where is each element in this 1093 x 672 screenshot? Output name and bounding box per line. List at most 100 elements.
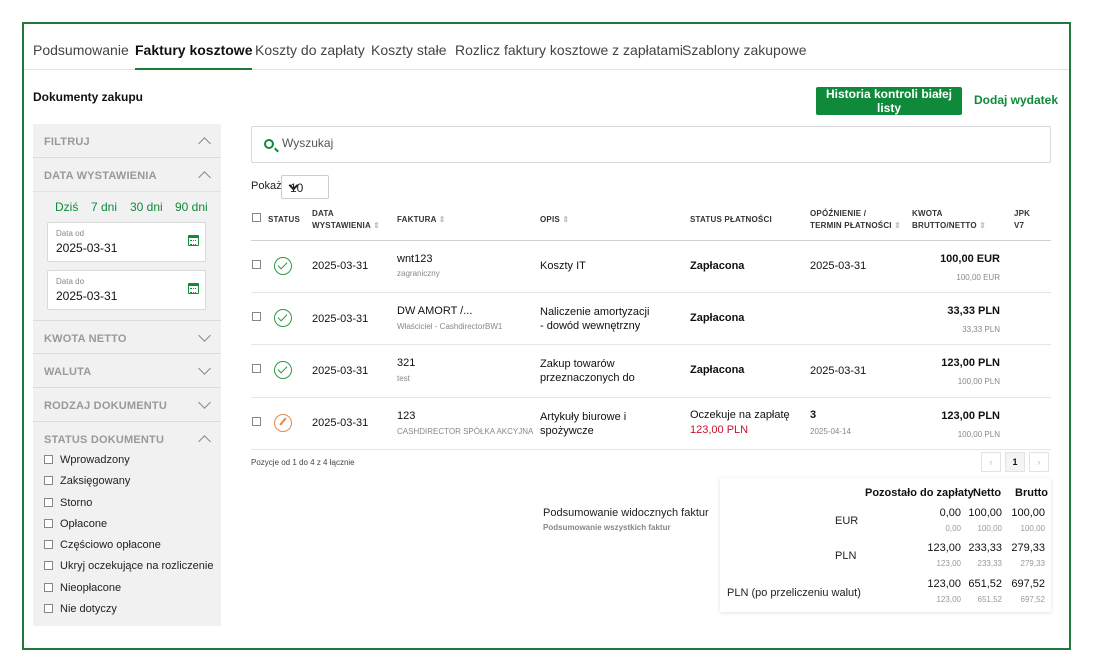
row-desc-line2: przeznaczonych do [540,372,635,384]
row-gross: 123,00 PLN [941,357,1000,369]
col-date[interactable]: DATA WYSTAWIENIA ⇕ [312,208,380,232]
row-checkbox[interactable] [252,260,261,269]
row-due-date: 2025-04-14 [810,427,851,436]
checkbox[interactable] [44,604,53,613]
date-to-field[interactable]: Data do 2025-03-31 [47,270,206,310]
row-invoice[interactable]: 321 [397,357,415,369]
summary-remaining: 0,00 [939,507,961,519]
quick-7-days[interactable]: 7 dni [91,200,117,214]
filter-sidebar: FILTRUJ DATA WYSTAWIENIA Dziś 7 dni 30 d… [33,124,221,626]
quick-today[interactable]: Dziś [55,200,78,214]
row-gross: 100,00 EUR [940,253,1000,265]
status-oplacone[interactable]: Opłacone [44,518,107,530]
page-size-label: Pokaż [251,180,282,192]
col-invoice[interactable]: FAKTURA ⇕ [397,214,446,226]
row-invoice[interactable]: wnt123 [397,253,432,265]
status-label: Storno [60,497,93,509]
calendar-icon[interactable] [188,235,199,246]
search-box[interactable] [251,126,1051,163]
row-invoice[interactable]: 123 [397,410,415,422]
quick-30-days[interactable]: 30 dni [130,200,163,214]
pager-next[interactable]: › [1029,452,1049,472]
col-amount-line2: BRUTTO/NETTO [912,221,977,230]
status-zaksiegowany[interactable]: Zaksięgowany [44,475,130,487]
row-checkbox[interactable] [252,417,261,426]
doc-status-header[interactable]: STATUS DOKUMENTU [33,422,221,456]
pager-page-1[interactable]: 1 [1005,452,1025,472]
positions-info: Pozycje od 1 do 4 z 4 łącznie [251,458,355,467]
row-invoice[interactable]: DW AMORT /... [397,305,472,317]
col-delay[interactable]: OPÓŹNIENIE / TERMIN PŁATNOŚCI ⇕ [810,208,901,232]
summary-net-sub: 651,52 [977,595,1002,604]
row-delay: 2025-03-31 [810,260,867,272]
calendar-icon[interactable] [188,283,199,294]
filters-header[interactable]: FILTRUJ [33,124,221,158]
tab-rozlicz-faktury[interactable]: Rozlicz faktury kosztowe z zapłatami [455,42,683,58]
col-desc[interactable]: OPIS ⇕ [540,214,569,226]
summary-gross: 279,33 [1011,542,1045,554]
col-desc-label: OPIS [540,215,560,224]
row-pay-status: Zapłacona [690,260,745,272]
add-expense-link[interactable]: Dodaj wydatek [974,93,1058,107]
col-jpk[interactable]: JPK V7 [1014,208,1030,232]
checkbox[interactable] [44,540,53,549]
row-checkbox[interactable] [252,364,261,373]
row-divider [251,292,1051,293]
row-desc-line1: Artykuły biurowe i [540,411,627,423]
tab-podsumowanie[interactable]: Podsumowanie [33,42,129,58]
checkbox[interactable] [44,583,53,592]
row-divider [251,449,1051,450]
summary-gross-sub: 279,33 [1020,559,1045,568]
issue-date-header[interactable]: DATA WYSTAWIENIA [33,158,221,192]
status-nie-dotyczy[interactable]: Nie dotyczy [44,603,117,615]
page-size-select[interactable]: 10 [281,175,329,199]
sort-icon: ⇕ [373,221,380,230]
status-ukryj-oczekujace[interactable]: Ukryj oczekujące na rozliczenie [44,560,213,572]
status-nieoplacone[interactable]: Nieopłacone [44,582,121,594]
net-amount-header[interactable]: KWOTA NETTO [33,320,221,354]
search-icon [264,139,274,149]
doc-type-header[interactable]: RODZAJ DOKUMENTU [33,388,221,422]
sort-icon: ⇕ [438,215,446,224]
sort-icon: ⇕ [979,221,987,230]
summary-net-sub: 100,00 [977,524,1002,533]
pager-prev[interactable]: ‹ [981,452,1001,472]
tab-koszty-stale[interactable]: Koszty stałe [371,42,446,58]
chevron-down-icon [198,362,211,375]
tab-faktury-kosztowe[interactable]: Faktury kosztowe [135,42,253,70]
summary-remaining-sub: 123,00 [936,559,961,568]
status-storno[interactable]: Storno [44,497,92,509]
row-net: 100,00 PLN [957,430,1000,439]
col-pay-status[interactable]: STATUS PŁATNOŚCI [690,214,772,226]
date-from-field[interactable]: Data od 2025-03-31 [47,222,206,262]
status-wprowadzony[interactable]: Wprowadzony [44,454,130,466]
summary-net: 100,00 [968,507,1002,519]
col-status[interactable]: STATUS [268,214,300,226]
checkbox[interactable] [44,476,53,485]
row-checkbox[interactable] [252,312,261,321]
status-czesciowo-oplacone[interactable]: Częściowo opłacone [44,539,161,551]
col-amount[interactable]: KWOTA BRUTTO/NETTO ⇕ [912,208,986,232]
tab-szablony-zakupowe[interactable]: Szablony zakupowe [682,42,807,58]
checkbox[interactable] [44,519,53,528]
currency-header[interactable]: WALUTA [33,354,221,388]
col-delay-line1: OPÓŹNIENIE / [810,209,867,218]
checkbox[interactable] [44,455,53,464]
summary-all-link[interactable]: Podsumowanie wszystkich faktur [543,523,671,532]
row-gross: 123,00 PLN [941,410,1000,422]
status-pending-icon [274,414,292,432]
col-amount-line1: KWOTA [912,209,943,218]
checkbox[interactable] [44,498,53,507]
quick-90-days[interactable]: 90 dni [175,200,208,214]
status-label: Opłacone [60,518,108,530]
doc-status-label: STATUS DOKUMENTU [44,434,165,446]
row-pay-amount: 123,00 PLN [690,424,749,436]
search-input[interactable] [282,136,982,150]
summary-row-label: PLN [835,550,857,562]
summary-gross: 697,52 [1011,578,1045,590]
checkbox[interactable] [44,561,53,570]
select-all-checkbox[interactable] [252,213,261,222]
status-label: Nie dotyczy [60,603,117,615]
history-whitelist-button[interactable]: Historia kontroli białej listy [816,87,962,115]
tab-koszty-do-zaplaty[interactable]: Koszty do zapłaty [255,42,365,58]
